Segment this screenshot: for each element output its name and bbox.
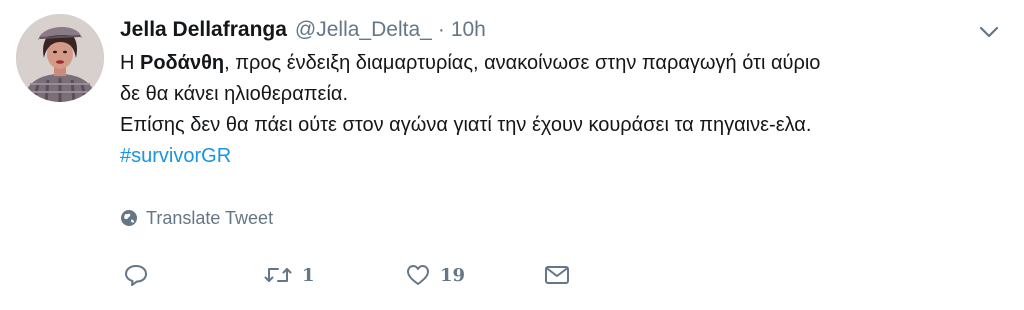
avatar-image [16, 14, 104, 102]
bold-name: Ροδάνθη [140, 52, 225, 74]
hashtag-link[interactable]: #survivorGR [120, 145, 231, 167]
tweet-text-line-1: Η Ροδάνθη, προς ένδειξη διαμαρτυρίας, αν… [120, 48, 1000, 79]
reply-button[interactable] [124, 264, 264, 286]
timestamp[interactable]: 10h [451, 18, 486, 42]
tweet-text: Η Ροδάνθη, προς ένδειξη διαμαρτυρίας, αν… [120, 48, 1000, 172]
chevron-down-icon [979, 26, 999, 38]
tweet-text-line-2: δε θα κάνει ηλιοθεραπεία. [120, 83, 349, 105]
text-suffix: , προς ένδειξη διαμαρτυρίας, ανακοίνωσε … [224, 52, 821, 74]
retweet-count: 1 [302, 264, 315, 286]
author-name[interactable]: Jella Dellafranga [120, 18, 287, 42]
retweet-button[interactable]: 1 [264, 265, 406, 286]
author-handle[interactable]: @Jella_Delta_ [295, 18, 432, 42]
globe-icon [120, 209, 138, 227]
text-prefix: Η [120, 52, 140, 74]
envelope-icon [544, 264, 570, 286]
translate-tweet-link[interactable]: Translate Tweet [120, 205, 273, 231]
avatar[interactable] [16, 14, 104, 102]
tweet-text-line-3: Επίσης δεν θα πάει ούτε στον αγώνα γιατί… [120, 114, 812, 136]
separator-dot: · [437, 18, 445, 41]
more-options-button[interactable] [974, 20, 1004, 44]
tweet-text-line-4: #survivorGR [120, 141, 1000, 172]
tweet: Jella Dellafranga @Jella_Delta_ · 10h Η … [0, 0, 1024, 310]
direct-message-button[interactable] [544, 264, 570, 286]
like-count: 19 [440, 264, 466, 286]
tweet-header: Jella Dellafranga @Jella_Delta_ · 10h [120, 14, 486, 46]
reply-icon [124, 264, 148, 286]
translate-label: Translate Tweet [146, 207, 274, 228]
like-button[interactable]: 19 [406, 264, 544, 286]
tweet-actions: 1 19 [124, 258, 570, 292]
heart-icon [406, 264, 430, 286]
retweet-icon [264, 265, 292, 285]
